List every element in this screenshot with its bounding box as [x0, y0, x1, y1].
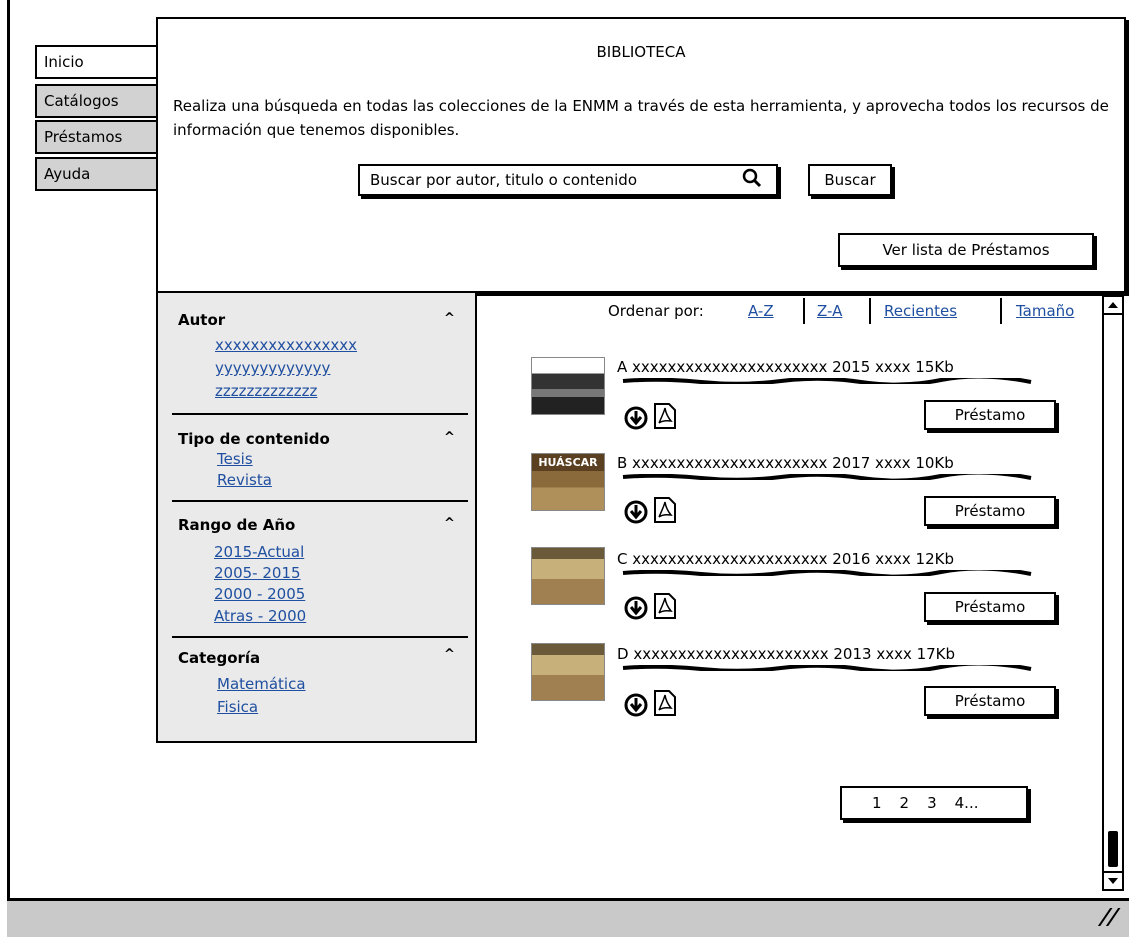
page-link-2[interactable]: 2	[900, 794, 910, 812]
filter-link-autor-x[interactable]: xxxxxxxxxxxxxxxx	[215, 336, 357, 354]
divider	[1000, 298, 1002, 324]
filter-link-year-2[interactable]: 2005- 2015	[214, 564, 301, 582]
sort-za-link[interactable]: Z-A	[817, 302, 842, 320]
filter-link-fisica[interactable]: Fisica	[217, 698, 258, 716]
result-title[interactable]: C xxxxxxxxxxxxxxxxxxxxxx 2016 xxxx 12Kb	[617, 550, 954, 568]
cover-thumbnail[interactable]	[531, 643, 605, 701]
pdf-icon[interactable]	[653, 690, 677, 716]
download-circle-icon[interactable]	[624, 500, 648, 524]
page-link-3[interactable]: 3	[927, 794, 937, 812]
filter-title-categoria: Categoría	[178, 649, 261, 667]
sort-recientes-link[interactable]: Recientes	[884, 302, 957, 320]
collapse-tipo-icon[interactable]: ^	[444, 430, 455, 445]
divider	[869, 298, 871, 324]
scroll-thumb[interactable]	[1108, 831, 1118, 867]
cover-title: HUÁSCAR	[538, 456, 598, 469]
filter-link-matematica[interactable]: Matemática	[217, 675, 306, 693]
result-title[interactable]: B xxxxxxxxxxxxxxxxxxxxxx 2017 xxxx 10Kb	[617, 454, 954, 472]
description-scribble	[622, 665, 1032, 671]
search-panel: BIBLIOTECA Realiza una búsqueda en todas…	[156, 17, 1126, 293]
tab-catalogos[interactable]: Catálogos	[35, 84, 161, 118]
filter-title-rango: Rango de Año	[178, 516, 296, 534]
filter-link-tesis[interactable]: Tesis	[217, 450, 253, 468]
collapse-autor-icon[interactable]: ^	[444, 311, 455, 326]
filter-link-year-3[interactable]: 2000 - 2005	[214, 585, 305, 603]
search-input[interactable]: Buscar por autor, titulo o contenido	[358, 164, 778, 196]
tab-label: Inicio	[44, 53, 84, 71]
loan-button[interactable]: Préstamo	[924, 496, 1056, 526]
result-title[interactable]: D xxxxxxxxxxxxxxxxxxxxxx 2013 xxxx 17Kb	[617, 645, 955, 663]
scroll-up-icon[interactable]	[1104, 297, 1122, 315]
filter-link-year-4[interactable]: Atras - 2000	[214, 607, 306, 625]
tab-prestamos[interactable]: Préstamos	[35, 120, 161, 154]
filter-title-tipo: Tipo de contenido	[178, 430, 330, 448]
loan-button-label: Préstamo	[954, 692, 1026, 710]
filter-link-year-1[interactable]: 2015-Actual	[214, 543, 304, 561]
search-icon[interactable]	[742, 168, 762, 193]
pdf-icon[interactable]	[653, 593, 677, 619]
filter-title-autor: Autor	[178, 311, 226, 329]
loans-list-button[interactable]: Ver lista de Préstamos	[838, 233, 1094, 267]
page-title: BIBLIOTECA	[596, 43, 686, 61]
divider	[803, 298, 805, 324]
download-circle-icon[interactable]	[624, 693, 648, 717]
search-button[interactable]: Buscar	[808, 164, 892, 196]
description-scribble	[622, 570, 1032, 576]
tab-ayuda[interactable]: Ayuda	[35, 157, 161, 191]
search-button-label: Buscar	[824, 171, 876, 189]
loan-button-label: Préstamo	[954, 406, 1026, 424]
pagination: 1 2 3 4...	[840, 786, 1028, 820]
cover-thumbnail[interactable]	[531, 357, 605, 415]
collapse-categoria-icon[interactable]: ^	[444, 647, 455, 662]
cover-thumbnail[interactable]: HUÁSCAR	[531, 453, 605, 511]
loan-button[interactable]: Préstamo	[924, 592, 1056, 622]
sort-tamano-link[interactable]: Tamaño	[1016, 302, 1074, 320]
tab-label: Ayuda	[44, 165, 91, 183]
resize-grip-icon[interactable]: //	[1096, 905, 1121, 930]
page-link-4[interactable]: 4...	[955, 794, 979, 812]
divider	[172, 636, 468, 638]
status-bar: //	[7, 898, 1129, 937]
tab-label: Catálogos	[44, 92, 119, 110]
loan-button-label: Préstamo	[954, 502, 1026, 520]
filter-sidebar: Autor ^ xxxxxxxxxxxxxxxx yyyyyyyyyyyyy z…	[156, 293, 477, 743]
sort-label: Ordenar por:	[608, 302, 704, 320]
download-circle-icon[interactable]	[624, 596, 648, 620]
page-link-1[interactable]: 1	[872, 794, 882, 812]
window-left-border	[7, 0, 10, 934]
search-placeholder: Buscar por autor, titulo o contenido	[370, 171, 637, 189]
tab-inicio[interactable]: Inicio	[35, 45, 161, 79]
filter-link-revista[interactable]: Revista	[217, 471, 272, 489]
collapse-rango-icon[interactable]: ^	[444, 516, 455, 531]
divider	[172, 500, 468, 502]
loan-button[interactable]: Préstamo	[924, 686, 1056, 716]
scroll-down-icon[interactable]	[1104, 871, 1122, 889]
pdf-icon[interactable]	[653, 403, 677, 429]
loan-button[interactable]: Préstamo	[924, 400, 1056, 430]
download-circle-icon[interactable]	[624, 406, 648, 430]
description-scribble	[622, 474, 1032, 480]
tab-label: Préstamos	[44, 128, 123, 146]
filter-link-autor-z[interactable]: zzzzzzzzzzzzz	[215, 382, 317, 400]
loans-list-label: Ver lista de Préstamos	[882, 241, 1050, 259]
cover-thumbnail[interactable]	[531, 547, 605, 605]
pdf-icon[interactable]	[653, 497, 677, 523]
divider	[172, 413, 468, 415]
result-title[interactable]: A xxxxxxxxxxxxxxxxxxxxxx 2015 xxxx 15Kb	[617, 358, 954, 376]
page-description: Realiza una búsqueda en todas las colecc…	[173, 97, 1109, 139]
loan-button-label: Préstamo	[954, 598, 1026, 616]
vertical-scrollbar[interactable]	[1102, 295, 1124, 891]
description-scribble	[622, 378, 1032, 384]
filter-link-autor-y[interactable]: yyyyyyyyyyyyy	[215, 359, 330, 377]
sort-az-link[interactable]: A-Z	[748, 302, 774, 320]
